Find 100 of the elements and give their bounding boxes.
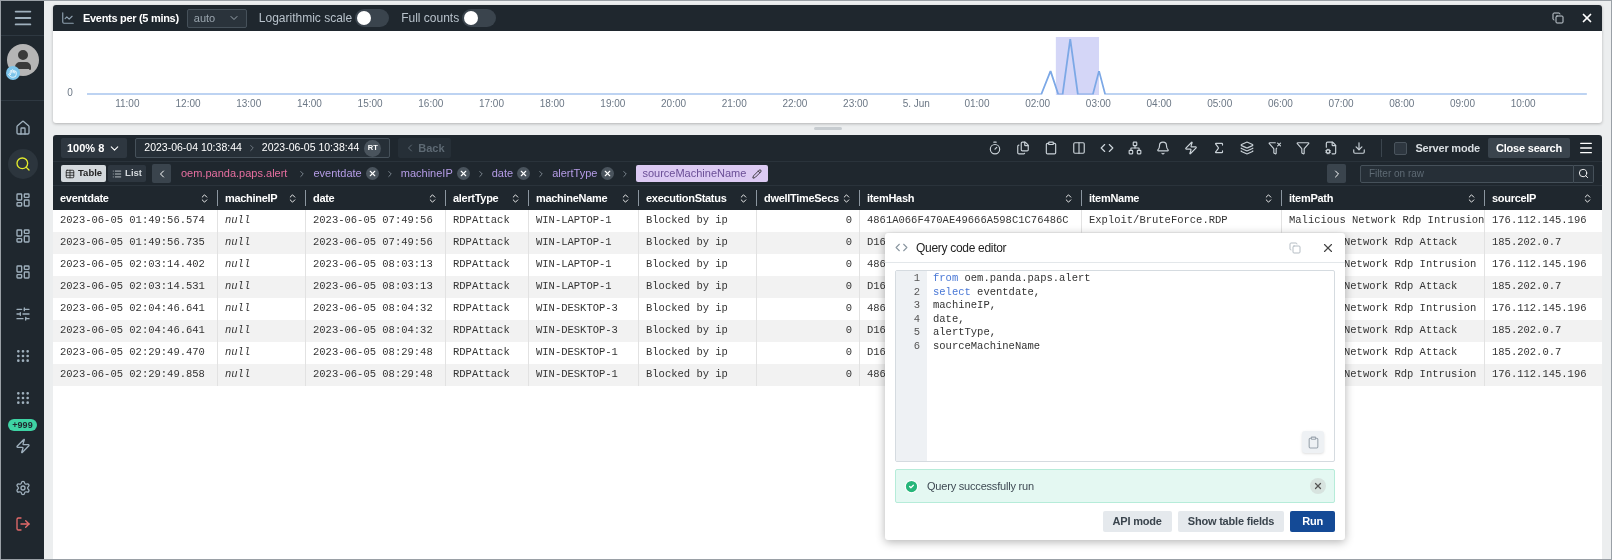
table-cell: 0	[845, 235, 852, 251]
toggle-switch[interactable]	[462, 9, 497, 27]
clipboard-icon[interactable]	[1044, 141, 1059, 155]
line-number: 1	[913, 272, 920, 286]
remove-icon[interactable]	[456, 167, 470, 180]
table-cell: D16	[867, 235, 886, 251]
remove-icon[interactable]	[601, 167, 615, 180]
search-icon[interactable]	[1574, 164, 1594, 183]
avatar[interactable]	[6, 44, 39, 76]
table-cell: 185.202.0.7	[1492, 323, 1562, 339]
table-cell: 0	[845, 345, 852, 361]
column-header[interactable]: eventdate	[60, 189, 109, 207]
network-icon[interactable]	[1128, 141, 1143, 155]
sort-icon[interactable]	[738, 192, 749, 204]
column-header[interactable]: alertType	[453, 189, 499, 207]
restore-icon[interactable]	[1552, 12, 1564, 24]
x-axis-label: 06:00	[1266, 97, 1294, 111]
table-cell: 2023-06-05 08:04:32	[313, 301, 433, 317]
code-line: from oem.panda.paps.alert	[933, 272, 1091, 286]
column-header[interactable]: itemPath	[1289, 189, 1334, 207]
x-axis-label: 15:00	[356, 97, 384, 111]
breadcrumb-step[interactable]: alertType	[552, 165, 598, 182]
table-cell: Blocked by ip	[646, 323, 728, 339]
table-cell: 486	[867, 257, 886, 273]
table-cell: Network Rdp Attack	[1344, 279, 1458, 295]
column-icon[interactable]	[1072, 141, 1087, 155]
x-axis-label: 20:00	[660, 97, 688, 111]
files-icon[interactable]	[1016, 141, 1031, 155]
view-tab[interactable]: Table	[61, 165, 107, 182]
sort-icon[interactable]	[1063, 192, 1074, 204]
run-button[interactable]: Run	[1290, 511, 1335, 532]
menu-icon[interactable]	[1578, 140, 1594, 156]
table-cell: WIN-DESKTOP-1	[536, 367, 618, 383]
remove-icon[interactable]	[365, 167, 379, 180]
sort-icon[interactable]	[427, 192, 438, 204]
filter-icon[interactable]	[1296, 141, 1311, 155]
breadcrumb-step[interactable]: machineIP	[400, 165, 453, 182]
x-axis-label: 08:00	[1388, 97, 1416, 111]
breadcrumb-current[interactable]: sourceMachineName	[636, 165, 769, 182]
file-settings-icon[interactable]	[1324, 141, 1339, 155]
breadcrumb-step[interactable]: eventdate	[313, 165, 362, 182]
column-header[interactable]: machineIP	[225, 189, 278, 207]
close-search-button[interactable]: Close search	[1487, 138, 1570, 158]
table-cell: 185.202.0.7	[1492, 235, 1562, 251]
sort-icon[interactable]	[841, 192, 852, 204]
column-header[interactable]: dwellTimeSecs	[764, 189, 839, 207]
dialog-title: Query code editor	[916, 239, 1007, 257]
column-header[interactable]: sourceIP	[1492, 189, 1537, 207]
interval-select[interactable]: auto	[186, 8, 247, 28]
search-icon[interactable]	[7, 149, 38, 179]
sort-icon[interactable]	[199, 192, 210, 204]
table-cell: 2023-06-05 02:04:46.641	[60, 323, 205, 339]
table-cell: RDPAttack	[453, 301, 510, 317]
range-start: 2023-06-04 10:38:44	[144, 140, 242, 156]
x-axis-label: 21:00	[720, 97, 748, 111]
column-header[interactable]: itemName	[1089, 189, 1140, 207]
x-axis-label: 07:00	[1327, 97, 1355, 111]
table-cell: null	[225, 345, 251, 361]
column-header[interactable]: machineName	[536, 189, 608, 207]
code-icon[interactable]	[1100, 141, 1115, 155]
lightning-icon[interactable]	[1184, 141, 1199, 155]
table-cell: null	[225, 235, 251, 251]
zoom-select[interactable]: 100% 8	[61, 138, 128, 158]
x-axis-label: 04:00	[1145, 97, 1173, 111]
toggle-switch[interactable]	[355, 9, 390, 27]
sort-icon[interactable]	[287, 192, 298, 204]
range-end: 2023-06-05 10:38:44	[261, 140, 360, 156]
remove-icon[interactable]	[517, 167, 531, 180]
sort-icon[interactable]	[620, 192, 631, 204]
code-line: machineIP,	[933, 299, 997, 313]
breadcrumb-step[interactable]: date	[491, 165, 514, 182]
sort-icon[interactable]	[510, 192, 521, 204]
download-icon[interactable]	[1352, 141, 1367, 155]
sort-icon[interactable]	[1582, 192, 1593, 204]
table-cell: null	[225, 323, 251, 339]
query-source[interactable]: oem.panda.paps.alert	[181, 165, 288, 182]
layers-icon[interactable]	[1240, 141, 1255, 155]
table-cell: 176.112.145.196	[1492, 257, 1587, 273]
dismiss-icon[interactable]	[1310, 478, 1326, 494]
code-editor[interactable]: 1 2 3 4 5 6 from oem.panda.paps.alert select eventdate, machineIP, date, alertType, sourceMachineName	[895, 270, 1335, 462]
column-header[interactable]: itemHash	[867, 189, 915, 207]
x-axis-label: 02:00	[1024, 97, 1052, 111]
timer-icon[interactable]	[988, 141, 1003, 155]
action-button[interactable]: API mode	[1102, 511, 1172, 532]
action-button[interactable]: Show table fields	[1177, 511, 1285, 532]
column-header[interactable]: date	[313, 189, 335, 207]
table-cell: null	[225, 257, 251, 273]
clipboard-icon[interactable]	[1302, 431, 1324, 453]
sort-icon[interactable]	[1466, 192, 1477, 204]
bell-icon[interactable]	[1156, 141, 1171, 155]
sort-icon[interactable]	[1263, 192, 1274, 204]
table-cell: null	[225, 301, 251, 317]
table-cell: RDPAttack	[453, 235, 510, 251]
server-mode-checkbox[interactable]	[1394, 141, 1408, 155]
column-header[interactable]: executionStatus	[646, 189, 727, 207]
close-icon[interactable]	[1580, 11, 1594, 25]
view-tab[interactable]: List	[108, 165, 146, 182]
filter-clear-icon[interactable]	[1268, 141, 1283, 155]
table-cell: null	[225, 279, 251, 295]
pencil-icon[interactable]	[752, 168, 763, 179]
